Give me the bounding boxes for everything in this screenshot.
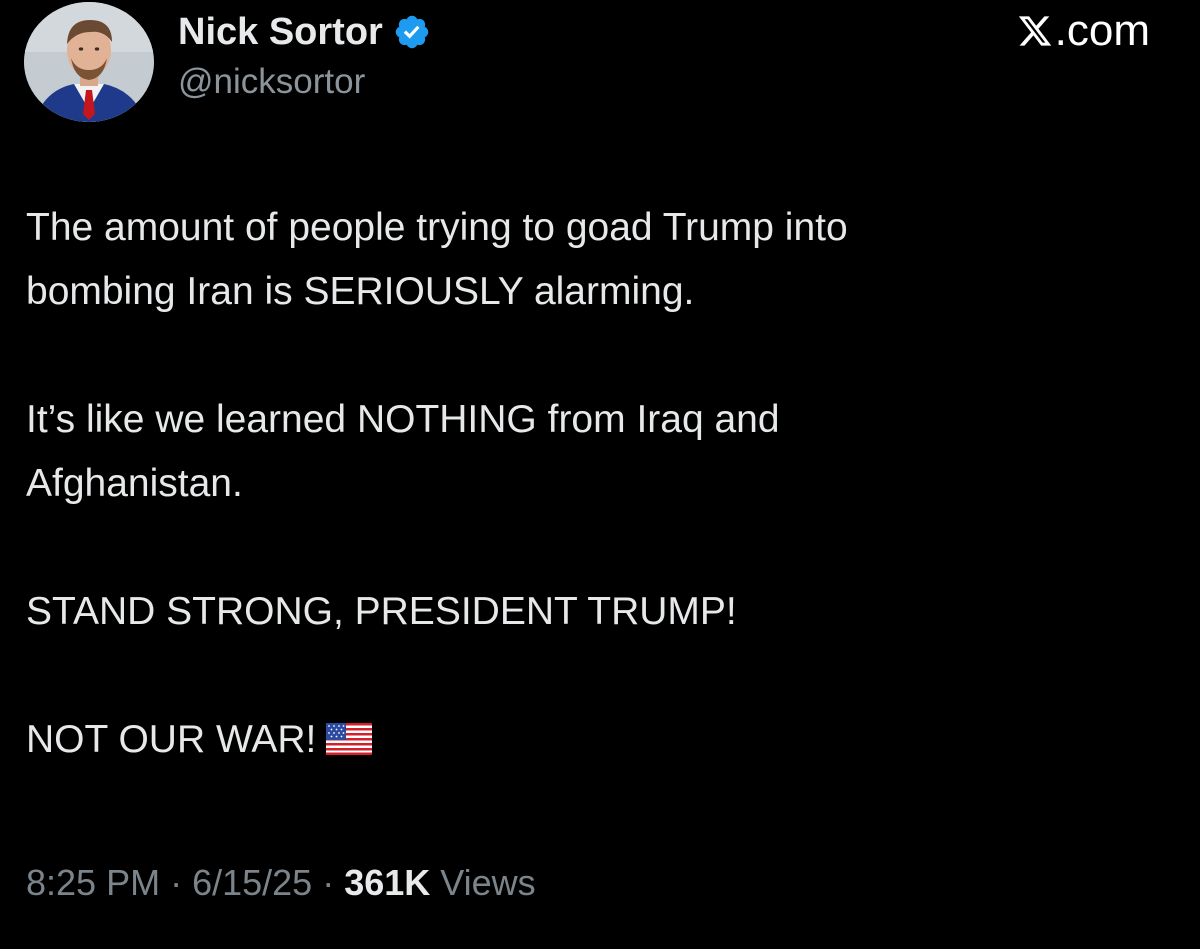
x-logo-icon [1018, 16, 1051, 46]
tweet-date[interactable]: 6/15/25 [192, 862, 312, 903]
tweet-time[interactable]: 8:25 PM [26, 862, 160, 903]
brand-suffix: .com [1054, 6, 1150, 55]
meta-separator: · [312, 862, 345, 903]
avatar-image [24, 2, 154, 122]
tweet-line: STAND STRONG, PRESIDENT TRUMP! [26, 590, 737, 633]
tweet-paragraph-4: NOT OUR WAR! [26, 708, 1166, 772]
tweet-line: Afghanistan. [26, 462, 243, 505]
views-label: Views [430, 862, 536, 903]
author-name-row: Nick Sortor [178, 10, 431, 54]
tweet-paragraph-2: It’s like we learned NOTHING from Iraq a… [26, 388, 1166, 516]
brand-watermark: .com [1017, 6, 1150, 56]
verified-badge-icon [395, 15, 429, 49]
views-count[interactable]: 361K [344, 862, 430, 903]
meta-separator: · [160, 862, 193, 903]
tweet-paragraph-1: The amount of people trying to goad Trum… [26, 196, 1166, 324]
author-display-name[interactable]: Nick Sortor [178, 11, 383, 54]
author-handle[interactable]: @nicksortor [178, 62, 365, 102]
tweet-line: bombing Iran is SERIOUSLY alarming. [26, 270, 695, 313]
tweet-meta: 8:25 PM · 6/15/25 · 361K Views [26, 862, 536, 904]
tweet-line: The amount of people trying to goad Trum… [26, 206, 848, 249]
tweet-line: It’s like we learned NOTHING from Iraq a… [26, 398, 780, 441]
tweet-text: The amount of people trying to goad Trum… [26, 196, 1166, 772]
tweet-card: Nick Sortor @nicksortor .com The amount … [0, 0, 1200, 949]
us-flag-icon [326, 723, 373, 755]
tweet-paragraph-3: STAND STRONG, PRESIDENT TRUMP! [26, 580, 1166, 644]
avatar[interactable] [24, 2, 154, 122]
tweet-line: NOT OUR WAR! [26, 718, 317, 761]
